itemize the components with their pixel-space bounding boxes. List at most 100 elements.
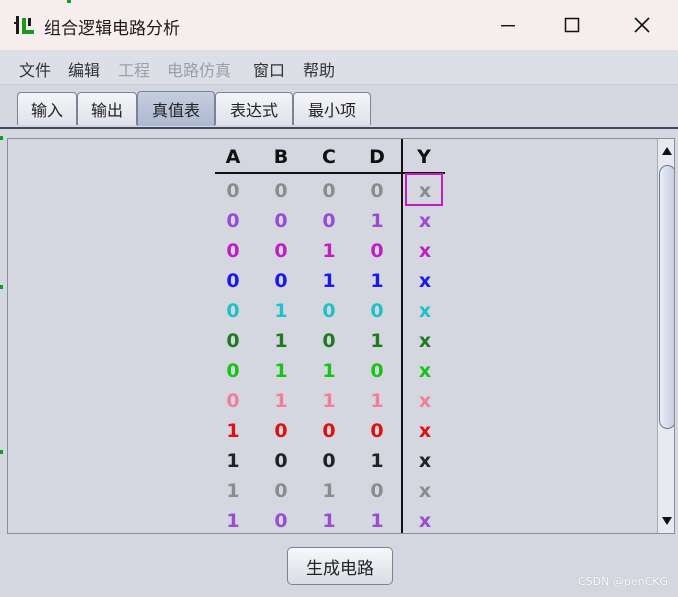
- cell-c: 1: [322, 270, 336, 292]
- menu-window[interactable]: 窗口: [253, 57, 285, 81]
- cell-a: 0: [226, 300, 240, 322]
- cell-c: 1: [322, 510, 336, 532]
- cell-c: 1: [322, 360, 336, 382]
- cell-a: 1: [226, 480, 240, 502]
- cell-y[interactable]: x: [410, 386, 440, 416]
- minimize-icon: [501, 25, 515, 27]
- cell-d: 0: [370, 360, 384, 382]
- tab-input[interactable]: 输入: [17, 92, 77, 125]
- cell-c: 0: [322, 300, 336, 322]
- table-row[interactable]: 0111x: [8, 386, 431, 416]
- cell-y[interactable]: x: [410, 446, 440, 476]
- table-row[interactable]: 0110x: [8, 356, 431, 386]
- edge-mark: [0, 136, 3, 140]
- maximize-button[interactable]: [540, 0, 604, 50]
- cell-a: 0: [226, 270, 240, 292]
- cell-y[interactable]: x: [410, 476, 440, 506]
- watermark: CSDN @penCKG: [578, 575, 668, 588]
- table-row[interactable]: 0100x: [8, 296, 431, 326]
- vertical-scrollbar[interactable]: [657, 139, 674, 533]
- close-icon: [634, 17, 650, 33]
- cell-a: 0: [226, 180, 240, 202]
- app-logo-icon: [14, 16, 34, 34]
- selected-cell-outline: [405, 173, 443, 206]
- cell-b: 0: [274, 480, 288, 502]
- cell-y[interactable]: x: [410, 206, 440, 236]
- tab-output[interactable]: 输出: [77, 92, 137, 125]
- cell-d: 0: [370, 480, 384, 502]
- edge-mark: [0, 285, 3, 289]
- minimize-button[interactable]: [476, 0, 540, 50]
- cell-b: 1: [274, 300, 288, 322]
- cell-b: 1: [274, 390, 288, 412]
- header-c: C: [322, 146, 336, 168]
- table-row[interactable]: 0000x: [8, 176, 431, 206]
- tab-minterms[interactable]: 最小项: [293, 92, 371, 125]
- table-row[interactable]: 0010x: [8, 236, 431, 266]
- cell-a: 0: [226, 210, 240, 232]
- cell-b: 0: [274, 180, 288, 202]
- close-button[interactable]: [610, 0, 674, 50]
- cell-b: 0: [274, 510, 288, 532]
- window-title: 组合逻辑电路分析: [44, 19, 180, 39]
- cell-c: 0: [322, 210, 336, 232]
- header-y: Y: [417, 146, 431, 168]
- header-d: D: [369, 146, 385, 168]
- header-a: A: [225, 146, 241, 168]
- menu-file[interactable]: 文件: [19, 57, 51, 81]
- truth-table-panel: A B C D Y 0 0 0 0 x 0 0 0 1 x 0 0 1 0 x 0 0 1 1 x 0 1 0 0 x 0 1 0 1 x…: [7, 138, 675, 534]
- cell-a: 1: [226, 420, 240, 442]
- title-bar: 组合逻辑电路分析: [0, 0, 678, 51]
- menu-edit[interactable]: 编辑: [68, 57, 100, 81]
- tab-expression[interactable]: 表达式: [215, 92, 293, 125]
- arrow-down-icon: [662, 517, 672, 525]
- cell-b: 0: [274, 450, 288, 472]
- scrollbar-thumb[interactable]: [659, 165, 674, 429]
- cell-y[interactable]: x: [410, 506, 440, 533]
- cell-b: 1: [274, 330, 288, 352]
- table-row[interactable]: 1010x: [8, 476, 431, 506]
- menu-project[interactable]: 工程: [118, 57, 150, 81]
- menu-simulation[interactable]: 电路仿真: [167, 57, 231, 81]
- cell-b: 0: [274, 210, 288, 232]
- generate-circuit-button[interactable]: 生成电路: [287, 547, 393, 585]
- menu-help[interactable]: 帮助: [303, 57, 335, 81]
- cell-d: 0: [370, 420, 384, 442]
- maximize-icon: [564, 17, 580, 33]
- table-row[interactable]: 0011x: [8, 266, 431, 296]
- cell-a: 1: [226, 450, 240, 472]
- tab-truth-table[interactable]: 真值表: [137, 91, 215, 126]
- cell-d: 0: [370, 240, 384, 262]
- cell-y[interactable]: x: [410, 296, 440, 326]
- cell-b: 1: [274, 360, 288, 382]
- cell-d: 1: [370, 330, 384, 352]
- cell-y[interactable]: x: [410, 326, 440, 356]
- scroll-up-button[interactable]: [659, 141, 674, 161]
- table-row[interactable]: 1011x: [8, 506, 431, 533]
- cell-a: 0: [226, 390, 240, 412]
- tab-divider: [0, 127, 678, 129]
- table-row[interactable]: 1001x: [8, 446, 431, 476]
- cell-c: 0: [322, 450, 336, 472]
- header-b: B: [273, 146, 289, 168]
- cell-b: 0: [274, 420, 288, 442]
- cell-c: 1: [322, 240, 336, 262]
- cell-y[interactable]: x: [410, 266, 440, 296]
- cell-y[interactable]: x: [410, 236, 440, 266]
- cell-b: 0: [274, 240, 288, 262]
- cell-d: 1: [370, 270, 384, 292]
- cell-a: 0: [226, 360, 240, 382]
- cell-d: 1: [370, 450, 384, 472]
- cell-d: 0: [370, 300, 384, 322]
- cell-y[interactable]: x: [410, 356, 440, 386]
- cell-c: 1: [322, 480, 336, 502]
- cell-c: 0: [322, 330, 336, 352]
- scroll-down-button[interactable]: [659, 511, 674, 531]
- table-row[interactable]: 1000x: [8, 416, 431, 446]
- cell-y[interactable]: x: [410, 416, 440, 446]
- cell-a: 0: [226, 240, 240, 262]
- arrow-up-icon: [662, 147, 672, 155]
- table-row[interactable]: 0001x: [8, 206, 431, 236]
- cell-b: 0: [274, 270, 288, 292]
- table-row[interactable]: 0101x: [8, 326, 431, 356]
